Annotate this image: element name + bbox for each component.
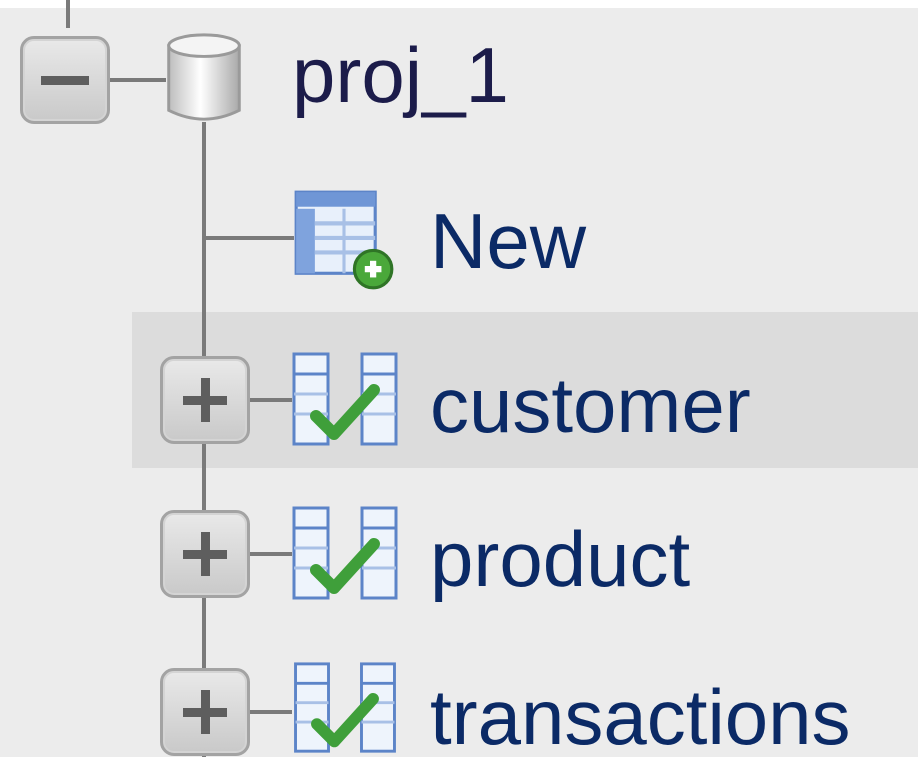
tree-line-db-toggle [110,78,166,82]
tree-line-customer [248,398,292,402]
expand-toggle-transactions[interactable] [160,668,250,756]
expand-toggle-product[interactable] [160,510,250,598]
table-icon [294,662,396,753]
database-icon [167,33,241,121]
database-label[interactable]: proj_1 [292,36,509,114]
table-label-product[interactable]: product [430,520,690,598]
tree-line-new [202,236,294,240]
tree-line-transactions [248,710,292,714]
new-table-link[interactable]: New [430,202,586,280]
tree-line-parent [66,0,70,28]
collapse-toggle-proj-1[interactable] [20,36,110,124]
table-label-transactions[interactable]: transactions [430,678,851,756]
minus-icon [41,76,89,85]
panel-top-edge [0,0,918,8]
database-navigation-tree: proj_1 New customer product transactions [0,0,918,757]
table-label-customer[interactable]: customer [430,366,751,444]
table-icon [292,506,398,600]
tree-line-product [248,552,292,556]
new-table-icon [294,190,394,290]
expand-toggle-customer[interactable] [160,356,250,444]
table-icon [292,352,398,446]
